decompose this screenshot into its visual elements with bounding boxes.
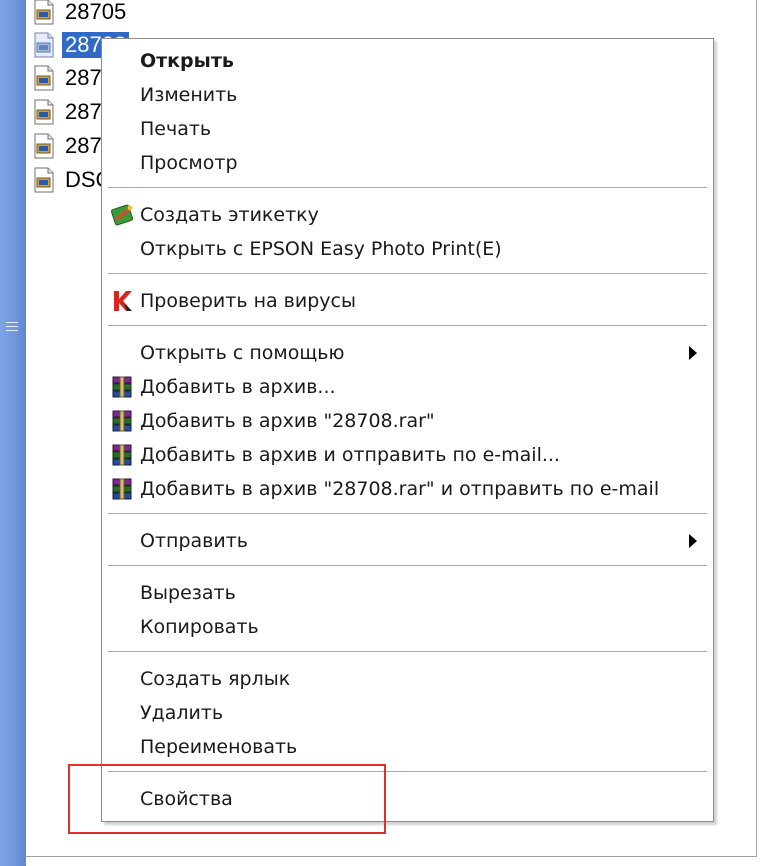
menu-item-label: Добавить в архив "28708.rar" — [140, 410, 435, 432]
menu-item-properties[interactable]: Свойства — [102, 782, 713, 816]
menu-item-send-to[interactable]: Отправить — [102, 524, 713, 558]
task-pane — [0, 0, 26, 866]
menu-item-label: Добавить в архив и отправить по e-mail..… — [140, 444, 560, 466]
menu-item-label: Удалить — [140, 702, 224, 724]
submenu-arrow-icon — [689, 534, 697, 548]
menu-item-label: Создать ярлык — [140, 668, 291, 690]
image-file-icon — [32, 167, 56, 193]
menu-item-label: Копировать — [140, 616, 259, 638]
winrar-icon — [110, 409, 136, 433]
menu-item-label: Изменить — [140, 84, 238, 106]
menu-item-label: Проверить на вирусы — [140, 290, 356, 312]
menu-item-create-label[interactable]: Создать этикетку — [102, 198, 713, 232]
image-file-icon — [32, 99, 56, 125]
menu-item-create-shortcut[interactable]: Создать ярлык — [102, 662, 713, 696]
menu-item-copy[interactable]: Копировать — [102, 610, 713, 644]
context-menu: Открыть Изменить Печать Просмотр Создать… — [101, 38, 714, 822]
image-file-icon — [32, 133, 56, 159]
menu-item-label: Открыть — [140, 50, 234, 72]
menu-item-scan-viruses[interactable]: Проверить на вирусы — [102, 284, 713, 318]
winrar-icon — [110, 375, 136, 399]
menu-item-cut[interactable]: Вырезать — [102, 576, 713, 610]
menu-item-delete[interactable]: Удалить — [102, 696, 713, 730]
menu-item-open-with[interactable]: Открыть с помощью — [102, 336, 713, 370]
menu-item-preview[interactable]: Просмотр — [102, 146, 713, 180]
menu-item-label: Создать этикетку — [140, 204, 319, 226]
menu-item-add-archive-named-email[interactable]: Добавить в архив "28708.rar" и отправить… — [102, 472, 713, 506]
menu-separator — [108, 273, 707, 274]
menu-separator — [108, 771, 707, 772]
menu-item-label: Печать — [140, 118, 212, 140]
menu-item-label: Добавить в архив "28708.rar" и отправить… — [140, 478, 660, 500]
winrar-icon — [110, 443, 136, 467]
menu-item-edit[interactable]: Изменить — [102, 78, 713, 112]
kaspersky-icon — [110, 289, 136, 313]
file-name: 28705 — [65, 0, 127, 24]
submenu-arrow-icon — [689, 346, 697, 360]
menu-item-label: Открыть с помощью — [140, 342, 345, 364]
menu-separator — [108, 513, 707, 514]
menu-item-open[interactable]: Открыть — [102, 44, 713, 78]
menu-item-label: Открыть с EPSON Easy Photo Print(E) — [140, 238, 502, 260]
image-file-icon — [32, 0, 56, 25]
menu-separator — [108, 325, 707, 326]
menu-item-add-archive-named[interactable]: Добавить в архив "28708.rar" — [102, 404, 713, 438]
menu-item-label: Вырезать — [140, 582, 236, 604]
menu-item-add-archive-email[interactable]: Добавить в архив и отправить по e-mail..… — [102, 438, 713, 472]
menu-item-label: Просмотр — [140, 152, 238, 174]
explorer-window: 28705 28708 28706 28707 28709 DSC Открыт… — [0, 0, 764, 866]
menu-item-label: Добавить в архив... — [140, 376, 336, 398]
epson-label-icon — [110, 203, 136, 227]
image-file-icon — [32, 65, 56, 91]
menu-item-label: Свойства — [140, 788, 233, 810]
menu-item-print[interactable]: Печать — [102, 112, 713, 146]
menu-separator — [108, 187, 707, 188]
file-item[interactable]: 28705 — [32, 0, 129, 27]
winrar-icon — [110, 477, 136, 501]
menu-item-add-archive[interactable]: Добавить в архив... — [102, 370, 713, 404]
menu-separator — [108, 651, 707, 652]
menu-item-label: Переименовать — [140, 736, 298, 758]
menu-separator — [108, 565, 707, 566]
menu-item-label: Отправить — [140, 530, 248, 552]
image-file-icon — [32, 32, 56, 58]
splitter-grip[interactable] — [6, 322, 18, 336]
menu-item-rename[interactable]: Переименовать — [102, 730, 713, 764]
menu-item-open-epson[interactable]: Открыть с EPSON Easy Photo Print(E) — [102, 232, 713, 266]
